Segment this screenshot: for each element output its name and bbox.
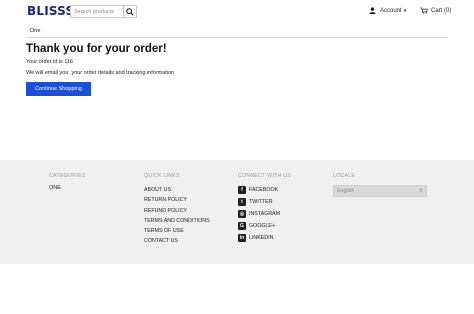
chevron-down-icon: ▾ [403, 7, 407, 14]
search-icon [126, 7, 134, 16]
page-title: Thank you for your order! [26, 43, 167, 55]
quick-links-heading: QUICK LINKS [144, 173, 180, 179]
breadcrumb: One [26, 26, 448, 38]
instagram-link[interactable]: ◎ INSTAGRAM [238, 208, 291, 220]
terms-and-conditions-link[interactable]: TERMS AND CONDITIONS [144, 216, 210, 226]
facebook-link[interactable]: f FACEBOOK [238, 184, 291, 196]
cart-link[interactable]: Cart (0) [420, 7, 451, 14]
facebook-icon: f [238, 186, 246, 194]
social-label: FACEBOOK [249, 187, 279, 193]
social-label: GOOGLE+ [249, 223, 276, 229]
google-plus-icon: G [238, 222, 246, 230]
breadcrumb-item-one[interactable]: One [30, 28, 40, 34]
site-header: BLISSS. Account ▾ Cart (0) [0, 0, 474, 24]
email-notice-text: We will email you, your order details an… [26, 70, 175, 76]
logo-text: BLISSS [27, 4, 75, 18]
locale-heading: LOCALE [333, 173, 356, 179]
search-input[interactable] [71, 6, 123, 17]
select-arrows-icon: ⇕ [418, 188, 423, 194]
search-bar [70, 5, 137, 18]
social-label: INSTAGRAM [249, 211, 281, 217]
twitter-icon: t [238, 198, 246, 206]
instagram-icon: ◎ [238, 210, 246, 218]
footer-locale: LOCALE English ⇕ [333, 173, 427, 197]
footer-categories: CATEGORIES ONE [49, 173, 85, 191]
order-id-text: Your order id is 116 [26, 59, 74, 65]
social-label: TWITTER [249, 199, 273, 205]
site-footer: CATEGORIES ONE QUICK LINKS ABOUT US RETU… [0, 160, 474, 264]
account-menu[interactable]: Account ▾ [369, 7, 406, 14]
locale-select[interactable]: English ⇕ [333, 185, 427, 197]
linkedin-icon: in [238, 234, 246, 242]
twitter-link[interactable]: t TWITTER [238, 196, 291, 208]
connect-heading: CONNECT WITH US [238, 173, 291, 179]
search-button[interactable] [123, 6, 136, 17]
social-links-list: f FACEBOOK t TWITTER ◎ INSTAGRAM G GOOGL… [238, 184, 291, 244]
contact-us-link[interactable]: CONTACT US [144, 236, 210, 246]
footer-connect: CONNECT WITH US f FACEBOOK t TWITTER ◎ I… [238, 173, 291, 244]
locale-selected-value: English [337, 188, 355, 194]
user-icon [369, 7, 376, 14]
cart-icon [420, 7, 428, 14]
terms-of-use-link[interactable]: TERMS OF USE [144, 226, 210, 236]
refund-policy-link[interactable]: REFUND POLICY [144, 206, 210, 216]
cart-label: Cart (0) [431, 7, 452, 14]
linkedin-link[interactable]: in LINKEDIN [238, 232, 291, 244]
continue-shopping-button[interactable]: Continue Shopping [26, 82, 91, 96]
footer-quick-links: QUICK LINKS ABOUT US RETURN POLICY REFUN… [144, 173, 210, 247]
categories-heading: CATEGORIES [49, 173, 86, 179]
social-label: LINKEDIN [249, 235, 274, 241]
google-plus-link[interactable]: G GOOGLE+ [238, 220, 291, 232]
return-policy-link[interactable]: RETURN POLICY [144, 195, 210, 205]
account-label: Account [380, 7, 402, 14]
about-us-link[interactable]: ABOUT US [144, 185, 210, 195]
quick-links-list: ABOUT US RETURN POLICY REFUND POLICY TER… [144, 185, 210, 247]
category-link[interactable]: ONE [49, 185, 85, 191]
